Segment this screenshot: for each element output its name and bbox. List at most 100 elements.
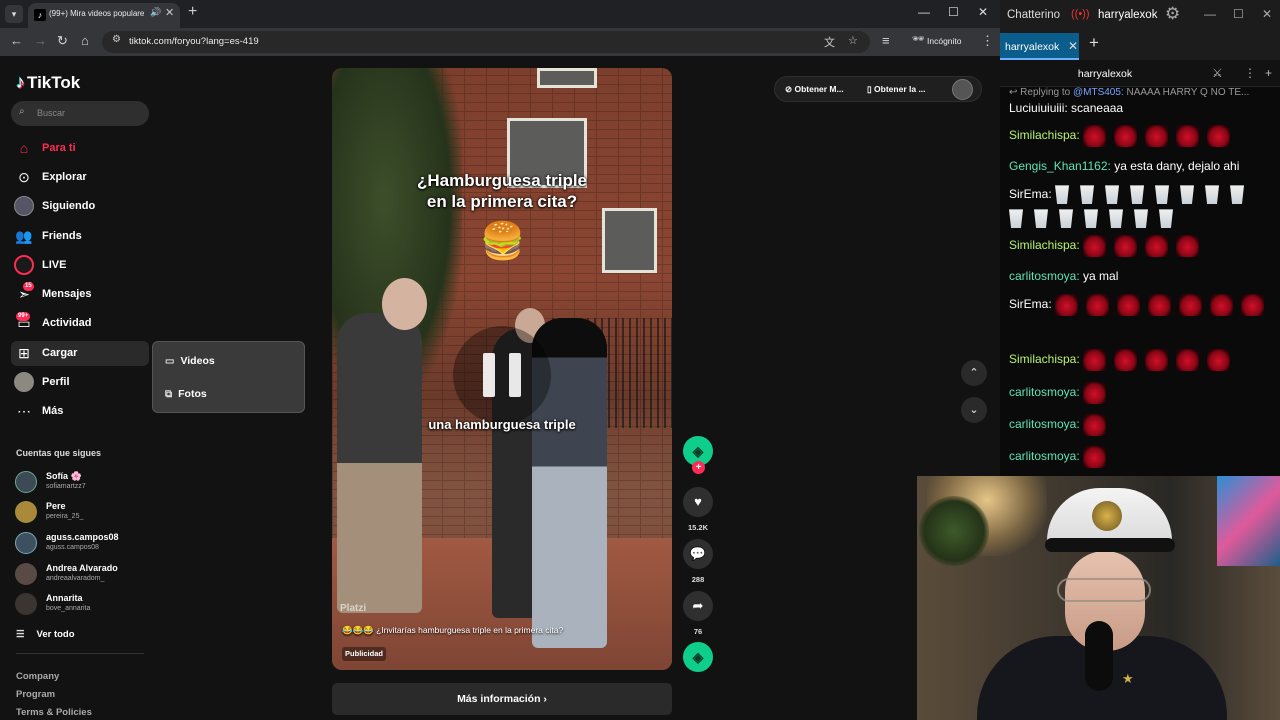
next-video-button[interactable]: ⌄ [961,397,987,423]
chat-message: SirEma: [1009,182,1277,230]
nav-more[interactable]: ⋯ Más [11,399,149,424]
account-item[interactable]: Annarita bove_annarita [15,591,145,617]
chat-username[interactable]: carlitosmoya: [1009,449,1080,463]
maximize-icon[interactable]: ☐ [1233,7,1244,21]
siren-emote-icon [1083,382,1107,404]
pause-button[interactable] [453,326,551,424]
reload-icon[interactable]: ↻ [57,33,68,49]
maximize-icon[interactable]: ☐ [948,5,959,19]
search-input[interactable]: ⌕ Buscar [11,101,149,126]
siren-emote-icon [1086,293,1110,316]
nav-upload[interactable]: ⊞ Cargar [11,341,149,366]
comment-button[interactable]: 💬 [683,539,713,569]
new-tab-icon[interactable]: + [188,3,197,21]
nav-friends[interactable]: 👥 Friends [11,224,149,249]
reply-user[interactable]: @MTS405: [1073,87,1124,98]
tab-close-icon[interactable]: ✕ [1068,39,1078,53]
chat-username[interactable]: Luciuiuiuiii: [1009,101,1068,115]
previous-video-button[interactable]: ⌃ [961,360,987,386]
share-button[interactable]: ➦ [683,591,713,621]
get-coins-pill[interactable]: ⊘ Obtener M... [785,84,844,95]
footer-program-link[interactable]: Program [16,689,55,700]
chat-username[interactable]: SirEma: [1009,187,1052,201]
site-info-icon[interactable]: ⚙ [112,34,121,45]
nav-live[interactable]: LIVE [11,253,149,278]
browser-tab[interactable]: ♪ (99+) Mira videos populares 🔊 ✕ [28,3,180,28]
more-info-button[interactable]: Más información › [332,683,672,715]
account-item[interactable]: Sofía 🌸 sofiamartzz7 [15,469,145,495]
nav-explore[interactable]: ⊙ Explorar [11,165,149,190]
video-person-head [382,278,427,330]
chat-message: Similachispa: [1009,125,1277,147]
chat-tab[interactable]: harryalexok ✕ [1000,33,1079,60]
bookmark-star-icon[interactable]: ☆ [848,34,858,47]
chat-username[interactable]: SirEma: [1009,297,1052,311]
account-username: bove_annarita [46,605,91,612]
nav-messages[interactable]: ➣ 15 Mensajes [11,282,149,307]
live-broadcast-icon: ((•)) [1071,8,1090,20]
user-avatar[interactable] [952,79,973,100]
minimize-icon[interactable]: — [1204,7,1216,21]
chat-username[interactable]: carlitosmoya: [1009,385,1080,399]
microphone-icon [1085,621,1113,691]
chat-message: Luciuiuiuiii: scaneaaa [1009,100,1277,116]
following-accounts-title: Cuentas que sigues [16,448,102,458]
minimize-icon[interactable]: — [918,5,930,19]
chatterino-titlebar: Chatterino ((•)) harryalexok ⚙ — ☐ ✕ [1000,0,1280,30]
incognito-label[interactable]: Incógnito [927,36,962,46]
window-close-icon[interactable]: ✕ [1262,7,1272,21]
back-icon[interactable]: ← [10,33,23,48]
chat-username[interactable]: Similachispa: [1009,238,1080,252]
chat-username[interactable]: Gengis_Khan1162: [1009,159,1111,173]
add-split-icon[interactable]: + [1265,66,1272,80]
get-app-label: Obtener la ... [874,84,926,94]
messages-badge: 15 [23,282,34,291]
nav-for-you[interactable]: ⌂ Para ti [11,136,149,161]
see-all-link[interactable]: ☰ Ver todo [16,629,75,640]
reading-list-icon[interactable]: ≡ [882,33,890,48]
incognito-icon: 🕶 [912,34,925,45]
tab-close-icon[interactable]: ✕ [165,6,174,19]
nav-following[interactable]: Siguiendo [11,194,149,219]
following-avatar-icon [14,196,34,216]
siren-emote-icon [1176,349,1200,371]
translate-icon[interactable]: 文 [824,34,835,50]
chat-message: carlitosmoya: [1009,414,1277,436]
like-button[interactable]: ♥ [683,487,713,517]
settings-gear-icon[interactable]: ⚙ [1165,4,1180,24]
moderation-sword-icon[interactable]: ⚔ [1212,66,1223,80]
chat-message: Similachispa: [1009,235,1277,257]
browser-menu-icon[interactable]: ⋮ [981,33,994,49]
forward-icon[interactable]: → [34,33,47,48]
account-item[interactable]: Andrea Alvarado andreaalvaradom_ [15,561,145,587]
nav-profile[interactable]: Perfil [11,370,149,395]
upload-photos-item[interactable]: ⧉ Fotos [165,388,207,400]
chat-username[interactable]: Similachispa: [1009,352,1080,366]
split-menu-icon[interactable]: ⋮ [1244,66,1256,80]
chat-username[interactable]: carlitosmoya: [1009,269,1080,283]
tiktok-logo[interactable]: ♪ TikTok [16,72,80,93]
follow-plus-icon[interactable]: + [692,461,705,474]
video-title-line: en la primera cita? [426,192,578,211]
footer-terms-link[interactable]: Terms & Policies [16,707,92,718]
nav-activity[interactable]: ▭ 99+ Actividad [11,311,149,336]
siren-emote-icon [1114,235,1138,257]
nav-label: Perfil [42,376,70,388]
add-tab-icon[interactable]: + [1089,33,1099,53]
url-bar[interactable]: ⚙ tiktok.com/foryou?lang=es-419 文 ☆ [102,31,870,53]
video-player[interactable]: ¿Hamburguesa triple en la primera cita? 🍔… [332,68,672,670]
get-app-pill[interactable]: ▯ Obtener la ... [867,84,926,95]
chat-username[interactable]: Similachispa: [1009,128,1080,142]
upload-videos-item[interactable]: ▭ Videos [165,355,215,367]
home-button-icon[interactable]: ⌂ [81,33,89,48]
account-item[interactable]: Pere pereira_25_ [15,499,145,525]
account-username: pereira_25_ [46,513,84,520]
account-item[interactable]: aguss.campos08 aguss.campos08 [15,530,145,556]
chat-username[interactable]: carlitosmoya: [1009,417,1080,431]
tab-search-dropdown-icon[interactable]: ▾ [5,5,23,23]
chat-messages: ↩ Replying to @MTS405: NAAAA HARRY Q NO … [1000,87,1280,476]
audio-playing-icon[interactable]: 🔊 [150,7,161,18]
music-disc-button[interactable]: ◈ [683,642,713,672]
window-close-icon[interactable]: ✕ [978,5,988,19]
footer-company-link[interactable]: Company [16,671,59,682]
